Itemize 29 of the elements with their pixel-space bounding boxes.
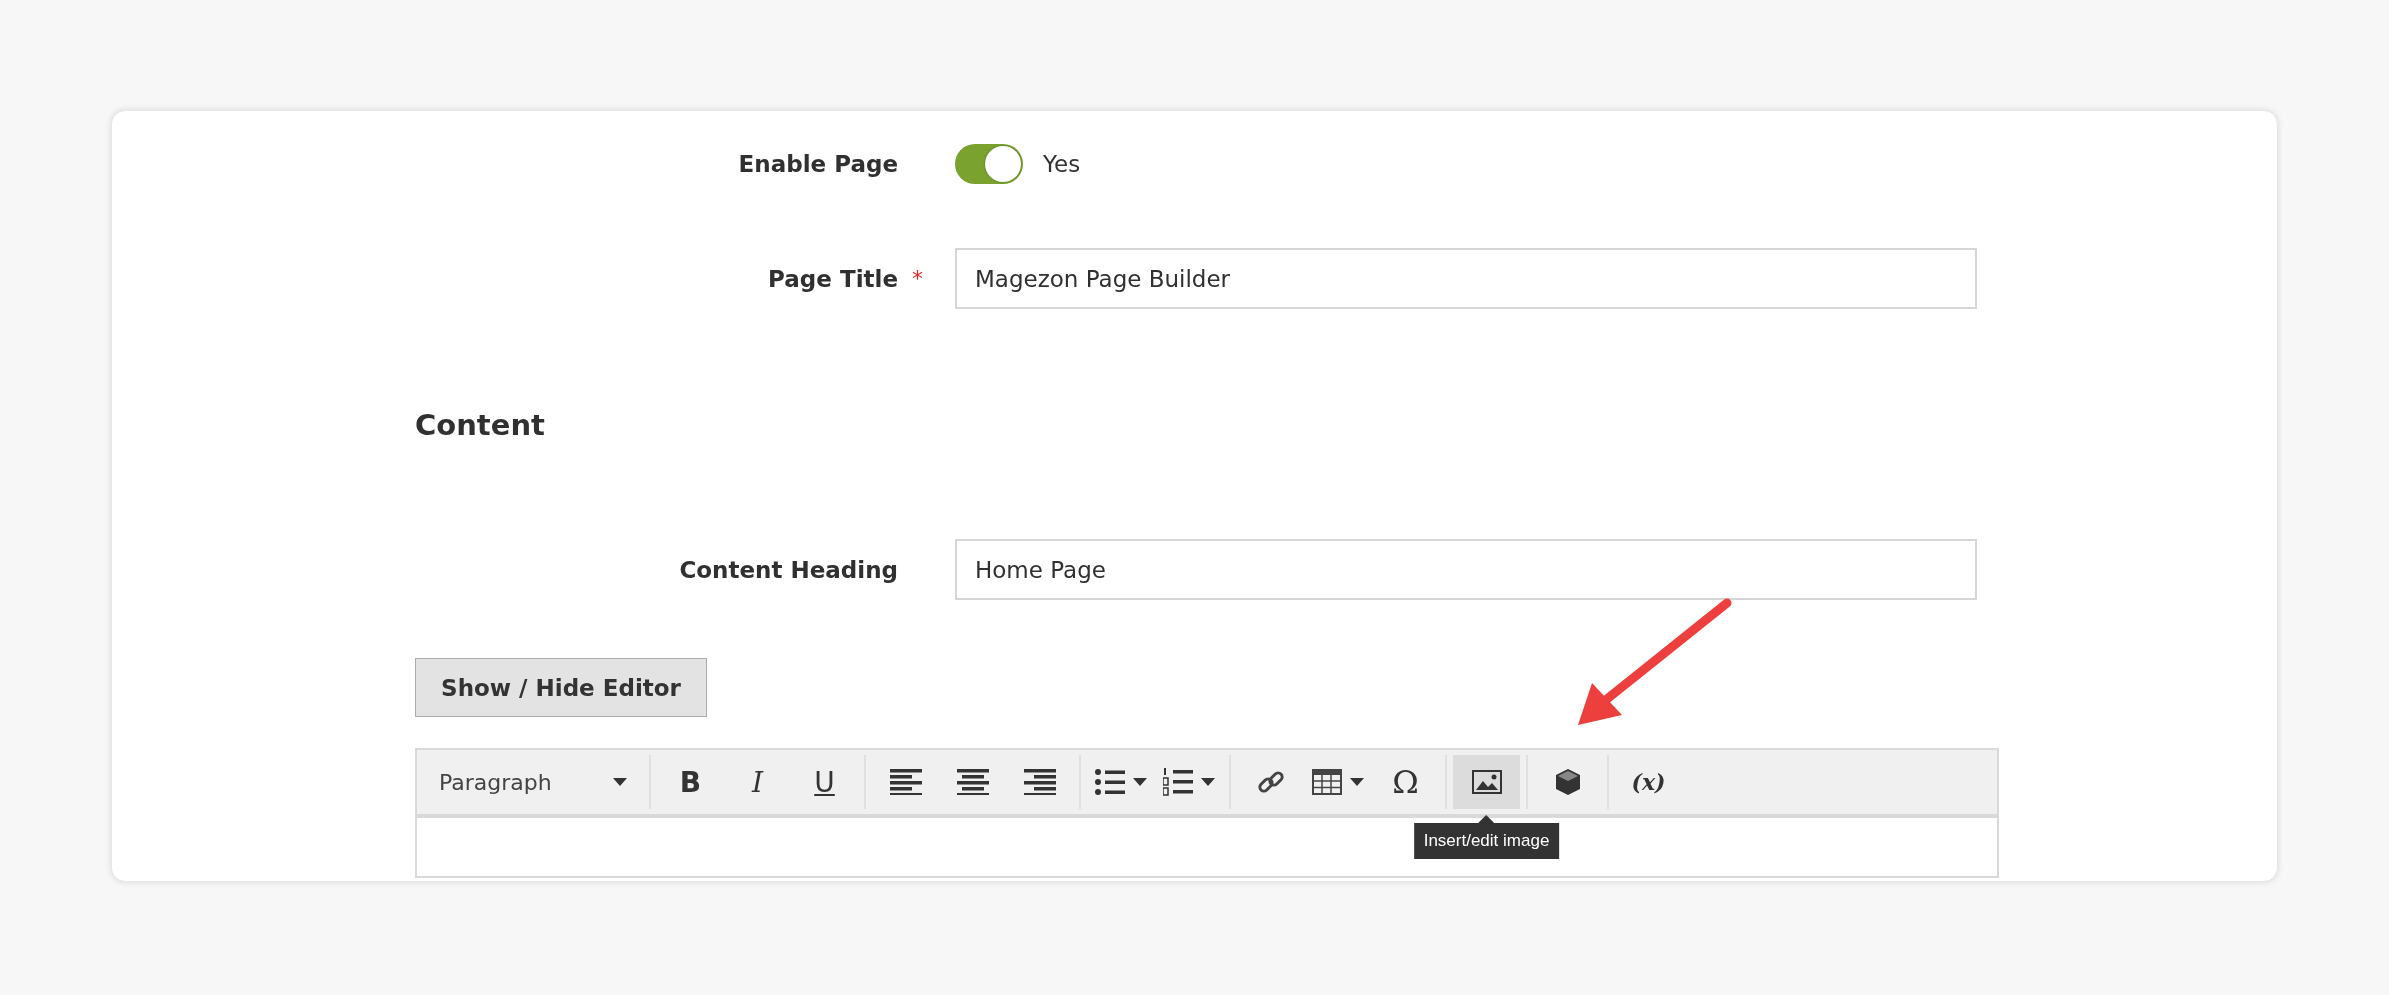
text-field[interactable]: Magezon Page Builder [955, 248, 1977, 309]
glyph-button[interactable]: Ω [1372, 755, 1439, 809]
image-icon [1471, 770, 1502, 794]
underline-button[interactable]: U [791, 755, 858, 809]
italic-button[interactable]: I [724, 755, 791, 809]
section-title: Content [415, 407, 546, 444]
image-button[interactable] [1453, 755, 1520, 809]
align-left-icon [889, 769, 922, 795]
text-field[interactable]: Home Page [955, 539, 1977, 600]
format-dropdown[interactable]: Paragraph [429, 755, 641, 809]
align-right-icon [1023, 769, 1056, 795]
required-mark: * [912, 266, 924, 291]
toggle-value: Yes [1043, 151, 1081, 177]
bullet-list-icon [1095, 769, 1125, 795]
editor-area[interactable] [415, 818, 1999, 878]
tooltip: Insert/edit image [1413, 815, 1560, 859]
field-label: Content Heading [679, 556, 898, 583]
toggle-switch[interactable] [955, 144, 1023, 184]
field-label: Page Title [768, 265, 898, 292]
variable-button[interactable]: (x) [1615, 755, 1682, 809]
align-center-icon [956, 769, 989, 795]
cube-icon [1554, 768, 1581, 796]
field-label: Enable Page [738, 151, 898, 177]
table-icon [1312, 769, 1342, 795]
bold-button[interactable]: B [657, 755, 724, 809]
numbered-list-icon [1163, 768, 1193, 796]
show-hide-editor-button[interactable]: Show / Hide Editor [415, 658, 707, 717]
link-icon [1256, 768, 1285, 796]
caret-icon [613, 778, 627, 786]
